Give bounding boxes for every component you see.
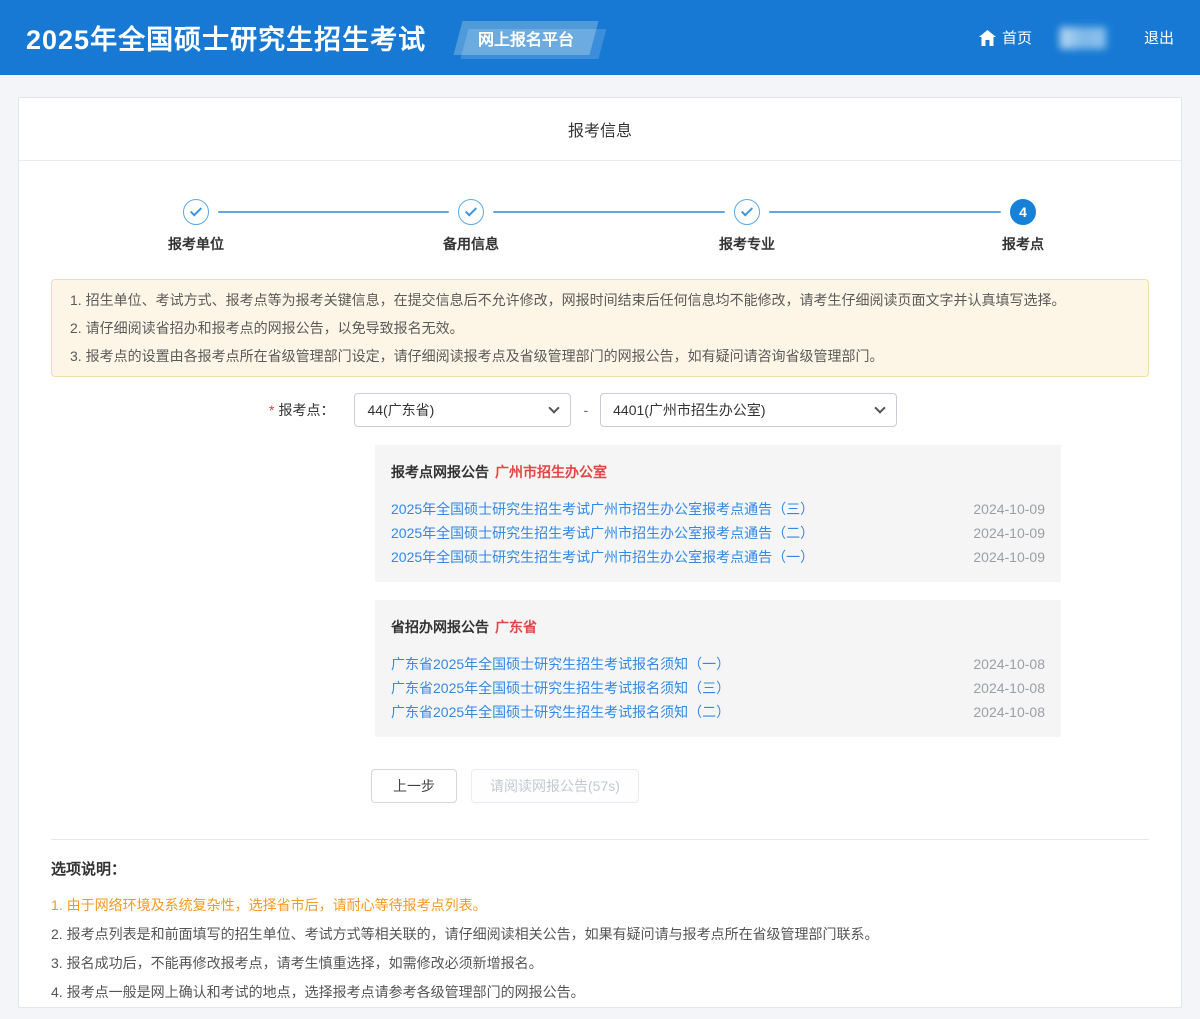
section-divider [51, 839, 1149, 840]
home-icon [979, 30, 996, 46]
previous-step-button[interactable]: 上一步 [371, 769, 457, 803]
main-card: 报考信息 报考单位 备用信息 报考专业 4 报考点 [18, 97, 1182, 1008]
announcement-date: 2024-10-09 [973, 545, 1045, 569]
exam-site-announcements: 报考点网报公告广州市招生办公室 2025年全国硕士研究生招生考试广州市招生办公室… [375, 445, 1061, 582]
announcement-link[interactable]: 广东省2025年全国硕士研究生招生考试报名须知（一） [391, 652, 730, 676]
announcement-link[interactable]: 广东省2025年全国硕士研究生招生考试报名须知（三） [391, 676, 730, 700]
announcement-date: 2024-10-08 [973, 700, 1045, 724]
step-label: 报考专业 [677, 234, 817, 254]
select-separator: - [583, 402, 588, 418]
announce-title-text: 省招办网报公告 [391, 619, 489, 635]
header-nav: 首页 退出 [979, 27, 1174, 49]
announcement-date: 2024-10-08 [973, 652, 1045, 676]
option-note-line: 4. 报考点一般是网上确认和考试的地点，选择报考点请参考各级管理部门的网报公告。 [51, 978, 1149, 1007]
province-select-value: 44(广东省) [367, 400, 434, 420]
check-icon [190, 204, 202, 216]
step-done-circle [183, 199, 209, 225]
required-mark: * [269, 402, 274, 418]
announce-title: 报考点网报公告广州市招生办公室 [391, 462, 1045, 482]
page-title: 报考信息 [568, 117, 632, 141]
logout-link[interactable]: 退出 [1144, 27, 1174, 48]
notice-line: 3. 报考点的设置由各报考点所在省级管理部门设定，请仔细阅读报考点及省级管理部门… [70, 342, 1130, 370]
step-label: 备用信息 [401, 234, 541, 254]
app-title: 2025年全国硕士研究生招生考试 [26, 18, 426, 57]
notice-line: 2. 请仔细阅读省招办和报考点的网报公告，以免导致报名无效。 [70, 314, 1130, 342]
logout-link-label: 退出 [1144, 27, 1174, 48]
announcement-row: 2025年全国硕士研究生招生考试广州市招生办公室报考点通告（一） 2024-10… [391, 545, 1045, 569]
announcement-date: 2024-10-09 [973, 521, 1045, 545]
read-announcement-countdown-button[interactable]: 请阅读网报公告(57s) [471, 769, 639, 803]
announcement-row: 广东省2025年全国硕士研究生招生考试报名须知（三） 2024-10-08 [391, 676, 1045, 700]
exam-site-form-row: *报考点： 44(广东省) - 4401(广州市招生办公室) [269, 393, 1181, 427]
announce-title: 省招办网报公告广东省 [391, 617, 1045, 637]
announcement-row: 广东省2025年全国硕士研究生招生考试报名须知（二） 2024-10-08 [391, 700, 1045, 724]
action-button-row: 上一步 请阅读网报公告(57s) [371, 769, 1181, 803]
option-notes: 选项说明： 1. 由于网络环境及系统复杂性，选择省市后，请耐心等待报考点列表。 … [51, 858, 1149, 1007]
announcement-row: 2025年全国硕士研究生招生考试广州市招生办公室报考点通告（三） 2024-10… [391, 497, 1045, 521]
masked-username [1060, 27, 1106, 49]
option-notes-title: 选项说明： [51, 858, 1149, 879]
announce-title-text: 报考点网报公告 [391, 464, 489, 480]
announce-title-highlight: 广东省 [495, 619, 537, 635]
announce-title-highlight: 广州市招生办公室 [495, 464, 607, 480]
chevron-down-icon [549, 402, 560, 413]
step-label: 报考单位 [126, 234, 266, 254]
province-announcements: 省招办网报公告广东省 广东省2025年全国硕士研究生招生考试报名须知（一） 20… [375, 600, 1061, 737]
platform-badge: 网上报名平台 [454, 21, 599, 55]
announcement-row: 广东省2025年全国硕士研究生招生考试报名须知（一） 2024-10-08 [391, 652, 1045, 676]
announcement-date: 2024-10-08 [973, 676, 1045, 700]
step-enroll-unit: 报考单位 [126, 197, 266, 254]
announcement-row: 2025年全国硕士研究生招生考试广州市招生办公室报考点通告（二） 2024-10… [391, 521, 1045, 545]
home-link[interactable]: 首页 [979, 27, 1032, 48]
step-progress: 报考单位 备用信息 报考专业 4 报考点 [51, 197, 1149, 261]
key-info-notice: 1. 招生单位、考试方式、报考点等为报考关键信息，在提交信息后不允许修改，网报时… [51, 279, 1149, 377]
step-done-circle [458, 199, 484, 225]
step-exam-site: 4 报考点 [953, 197, 1093, 254]
announcement-link[interactable]: 2025年全国硕士研究生招生考试广州市招生办公室报考点通告（二） [391, 521, 814, 545]
notice-line: 1. 招生单位、考试方式、报考点等为报考关键信息，在提交信息后不允许修改，网报时… [70, 286, 1130, 314]
step-backup-info: 备用信息 [401, 197, 541, 254]
home-link-label: 首页 [1002, 27, 1032, 48]
announcement-date: 2024-10-09 [973, 497, 1045, 521]
announcement-link[interactable]: 2025年全国硕士研究生招生考试广州市招生办公室报考点通告（三） [391, 497, 814, 521]
platform-badge-label: 网上报名平台 [478, 26, 574, 50]
option-note-line: 1. 由于网络环境及系统复杂性，选择省市后，请耐心等待报考点列表。 [51, 891, 1149, 920]
option-note-line: 3. 报名成功后，不能再修改报考点，请考生慎重选择，如需修改必须新增报名。 [51, 949, 1149, 978]
exam-site-select[interactable]: 4401(广州市招生办公室) [600, 393, 897, 427]
check-icon [741, 204, 753, 216]
app-header: 2025年全国硕士研究生招生考试 网上报名平台 首页 退出 [0, 0, 1200, 75]
step-major: 报考专业 [677, 197, 817, 254]
announcement-link[interactable]: 广东省2025年全国硕士研究生招生考试报名须知（二） [391, 700, 730, 724]
check-icon [465, 204, 477, 216]
chevron-down-icon [874, 402, 885, 413]
announcement-link[interactable]: 2025年全国硕士研究生招生考试广州市招生办公室报考点通告（一） [391, 545, 814, 569]
exam-site-select-value: 4401(广州市招生办公室) [613, 400, 765, 420]
card-title-bar: 报考信息 [19, 98, 1181, 161]
exam-site-label: *报考点： [269, 400, 334, 420]
step-label: 报考点 [953, 234, 1093, 254]
option-note-line: 2. 报考点列表是和前面填写的招生单位、考试方式等相关联的，请仔细阅读相关公告，… [51, 920, 1149, 949]
step-current-circle: 4 [1010, 199, 1036, 225]
province-select[interactable]: 44(广东省) [354, 393, 571, 427]
step-done-circle [734, 199, 760, 225]
